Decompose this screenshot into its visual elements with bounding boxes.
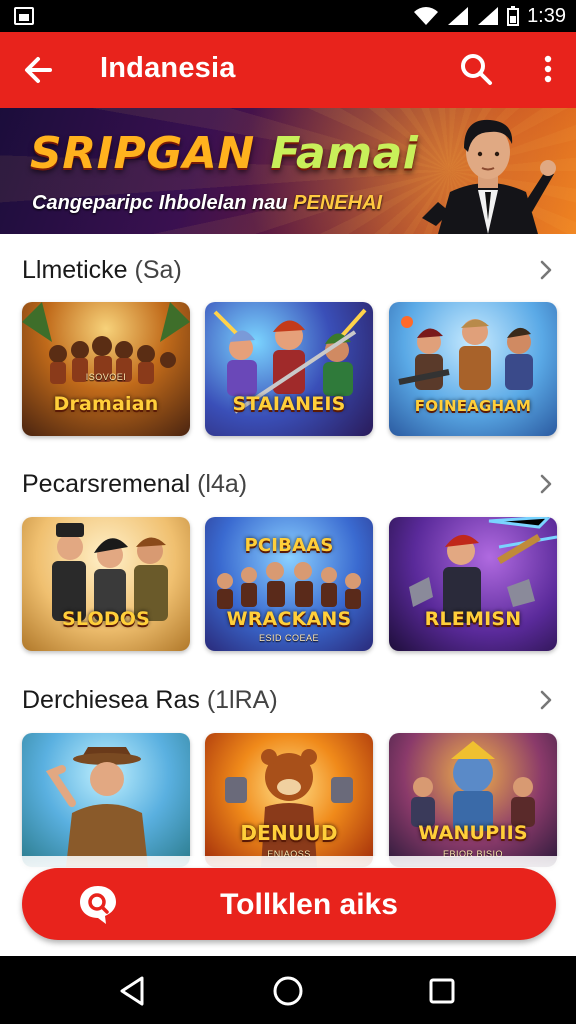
section-count: (1lRA) [206, 686, 278, 714]
chevron-right-icon[interactable] [536, 472, 556, 496]
section-title: Llmeticke (Sa) [22, 256, 182, 285]
page-title: Indanesia [100, 52, 236, 84]
game-tile[interactable]: PCIBAAS WRACKANS ESID COEAE [205, 517, 373, 651]
promo-banner[interactable]: SRIPGAN Famai Cangeparipc Ihbolelan nau … [0, 108, 576, 234]
more-vert-icon[interactable] [538, 51, 558, 87]
app-bar: Indanesia [0, 32, 576, 108]
banner-subtitle-text: Cangeparipc Ihbolelan nau [32, 192, 288, 214]
section-name: Llmeticke [22, 256, 128, 284]
game-tile[interactable]: SLODOS [22, 517, 190, 651]
game-title: WANUPIIS [418, 822, 528, 844]
game-tile[interactable]: ISOVOEI Dramaian [22, 302, 190, 436]
game-title: Dramaian [53, 393, 159, 415]
battery-icon [507, 6, 520, 26]
game-characters-illustration [52, 523, 168, 621]
section-header[interactable]: Derchiesea Ras (1lRA) [22, 682, 556, 718]
system-nav-bar [0, 956, 576, 1024]
banner-character-illustration [422, 119, 556, 234]
game-characters-illustration [22, 302, 190, 384]
primary-action-button[interactable]: Tollklen aiks [22, 868, 556, 940]
signal-icon-2 [478, 7, 499, 25]
chevron-right-icon[interactable] [536, 258, 556, 282]
game-subtitle: ESID COEAE [258, 633, 319, 643]
game-characters-illustration [45, 747, 148, 867]
game-characters-illustration [213, 308, 367, 414]
banner-headline-part1: SRIPGAN [30, 128, 255, 179]
section-title: Pecarsremenal (l4a) [22, 470, 247, 499]
primary-action-label: Tollklen aiks [220, 888, 398, 921]
search-icon[interactable] [458, 51, 494, 87]
back-triangle-icon[interactable] [116, 974, 150, 1008]
section-name: Pecarsremenal [22, 470, 191, 498]
status-bar: 1:39 [0, 0, 576, 32]
game-characters-illustration [398, 316, 533, 390]
bottom-cta-area: Tollklen aiks [0, 856, 576, 956]
home-circle-icon[interactable] [271, 974, 305, 1008]
back-arrow-icon[interactable] [20, 50, 60, 90]
status-time: 1:39 [527, 4, 566, 27]
recents-square-icon[interactable] [425, 974, 459, 1008]
game-title: STAIANEIS [232, 393, 346, 415]
game-characters-illustration [411, 741, 535, 831]
banner-subtitle: Cangeparipc Ihbolelan nau PENEHAI [32, 192, 382, 215]
section-count: (Sa) [134, 256, 182, 284]
signal-icon [448, 7, 469, 25]
game-title: DENUUD [240, 821, 338, 845]
section-title: Derchiesea Ras (1lRA) [22, 686, 278, 715]
game-tile[interactable] [22, 733, 190, 867]
notification-icon [14, 7, 34, 25]
game-title: RLEMISN [424, 608, 522, 630]
banner-subtitle-highlight: PENEHAI [293, 192, 383, 214]
game-title: FOINEAGHAM [414, 397, 532, 415]
banner-headline-part2: Famai [270, 128, 419, 179]
section-count: (l4a) [197, 470, 248, 498]
section-name: Derchiesea Ras [22, 686, 200, 714]
game-tile[interactable]: FOINEAGHAM [389, 302, 557, 436]
game-tile[interactable]: STAIANEIS [205, 302, 373, 436]
game-tile[interactable]: DENUUD ENIAOSS [205, 733, 373, 867]
chevron-right-icon[interactable] [536, 688, 556, 712]
game-title: WRACKANS [226, 608, 352, 630]
game-characters-illustration [225, 749, 353, 867]
section-header[interactable]: Llmeticke (Sa) [22, 252, 556, 288]
game-characters-illustration [409, 517, 557, 623]
wifi-icon [414, 7, 439, 25]
game-tile[interactable]: RLEMISN [389, 517, 557, 651]
game-title: SLODOS [61, 608, 151, 630]
game-tile[interactable]: WANUPIIS EBIOR BISIO [389, 733, 557, 867]
banner-headline: SRIPGAN Famai [30, 128, 418, 179]
game-subtitle: ISOVOEI [85, 372, 127, 382]
game-top-title: PCIBAAS [244, 535, 334, 556]
section-header[interactable]: Pecarsremenal (l4a) [22, 466, 556, 502]
